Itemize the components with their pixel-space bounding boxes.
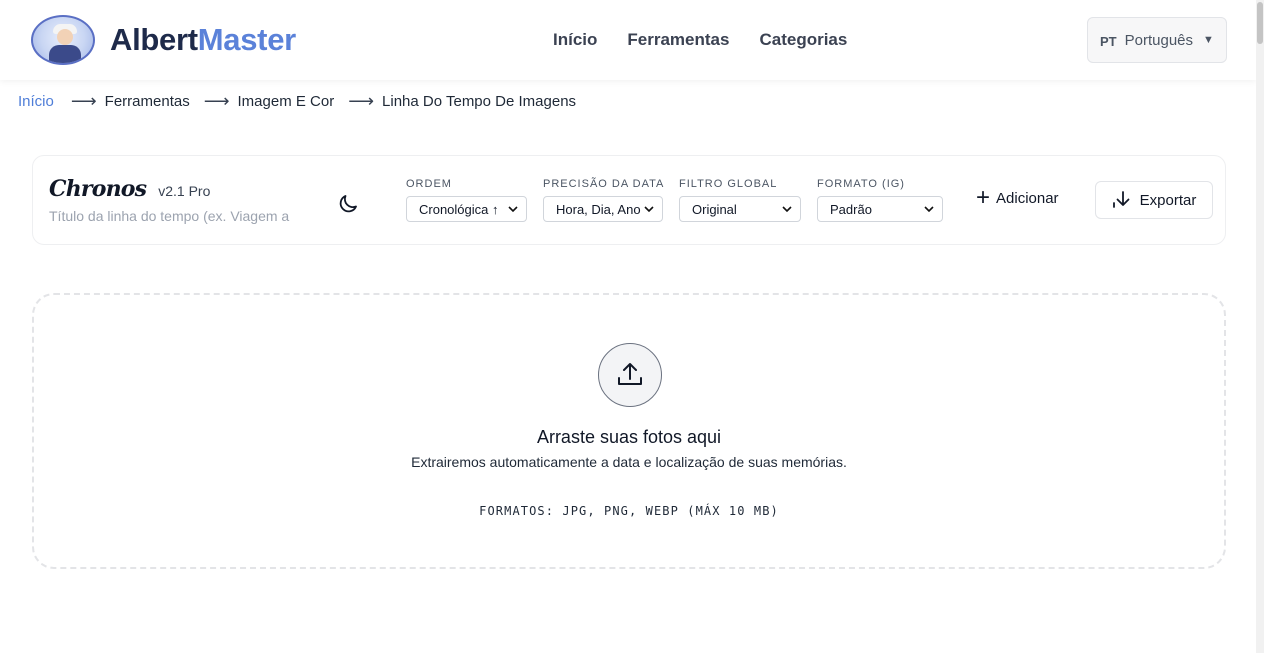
date-precision-select[interactable]: Hora, Dia, Ano: [543, 196, 663, 222]
nav-link-ferramentas[interactable]: Ferramentas: [627, 30, 729, 50]
chevron-down-icon: [644, 206, 654, 213]
moon-icon[interactable]: [336, 192, 360, 216]
nav-link-categorias[interactable]: Categorias: [759, 30, 847, 50]
language-name: Português: [1124, 31, 1194, 49]
order-value: Cronológica ↑: [419, 201, 499, 217]
ig-format-field: FORMATO (IG) Padrão: [817, 178, 943, 222]
breadcrumb-ferramentas[interactable]: Ferramentas: [105, 93, 190, 110]
global-filter-label: FILTRO GLOBAL: [679, 178, 778, 190]
ig-format-value: Padrão: [830, 201, 872, 217]
export-button[interactable]: Exportar: [1095, 181, 1213, 219]
dropzone-subtitle: Extrairemos automaticamente a data e loc…: [411, 454, 847, 470]
global-filter-select[interactable]: Original: [679, 196, 801, 222]
upload-icon: [618, 363, 642, 385]
scrollbar-thumb[interactable]: [1257, 2, 1263, 44]
site-header: AlbertMaster Início Ferramentas Categori…: [0, 0, 1256, 80]
logo[interactable]: AlbertMaster: [31, 15, 296, 65]
language-code: PT: [1100, 34, 1117, 49]
albert-avatar-logo-icon: [31, 15, 95, 65]
date-precision-label: PRECISÃO DA DATA: [543, 178, 665, 190]
global-filter-value: Original: [692, 201, 737, 217]
ig-format-select[interactable]: Padrão: [817, 196, 943, 222]
add-button-label: Adicionar: [996, 189, 1059, 207]
arrow-right-icon: ⟶: [348, 91, 375, 111]
download-icon: [1112, 191, 1130, 208]
breadcrumb-imagem-e-cor[interactable]: Imagem E Cor: [238, 93, 335, 110]
chevron-down-icon: [782, 206, 792, 213]
app-name: Chronos: [49, 176, 147, 202]
timeline-title-input[interactable]: [49, 208, 309, 224]
breadcrumb-current: Linha Do Tempo De Imagens: [382, 93, 577, 110]
main-nav: Início Ferramentas Categorias: [553, 30, 847, 50]
order-field: ORDEM Cronológica ↑: [406, 178, 527, 222]
brand-name-part2: Master: [197, 22, 296, 57]
order-select[interactable]: Cronológica ↑: [406, 196, 527, 222]
nav-link-inicio[interactable]: Início: [553, 30, 597, 50]
upload-button[interactable]: [598, 343, 662, 407]
caret-down-icon: ▼: [1203, 34, 1214, 46]
breadcrumb-home[interactable]: Início: [18, 93, 54, 110]
add-button[interactable]: + Adicionar: [976, 184, 1059, 211]
brand-name: AlbertMaster: [110, 22, 296, 58]
arrow-right-icon: ⟶: [203, 91, 230, 111]
order-label: ORDEM: [406, 178, 452, 190]
dropzone-title: Arraste suas fotos aqui: [536, 427, 722, 447]
date-precision-field: PRECISÃO DA DATA Hora, Dia, Ano: [543, 178, 664, 222]
photo-dropzone[interactable]: Arraste suas fotos aqui Extrairemos auto…: [32, 293, 1226, 569]
app-version: v2.1 Pro: [158, 183, 211, 199]
chevron-down-icon: [508, 206, 518, 213]
arrow-right-icon: ⟶: [70, 91, 97, 111]
export-button-label: Exportar: [1139, 191, 1197, 209]
breadcrumb: Início ⟶ Ferramentas ⟶ Imagem E Cor ⟶ Li…: [18, 91, 576, 112]
app-title: Chronos v2.1 Pro: [49, 176, 210, 202]
global-filter-field: FILTRO GLOBAL Original: [679, 178, 801, 222]
dropzone-formats: FORMATOS: JPG, PNG, WEBP (MÁX 10 MB): [479, 504, 779, 518]
plus-icon: +: [976, 184, 991, 211]
page-scrollbar[interactable]: [1256, 0, 1264, 653]
chevron-down-icon: [924, 206, 934, 213]
ig-format-label: FORMATO (IG): [817, 178, 905, 190]
language-selector[interactable]: PT Português ▼: [1087, 17, 1227, 63]
brand-name-part1: Albert: [110, 22, 198, 57]
date-precision-value: Hora, Dia, Ano: [556, 201, 641, 217]
timeline-toolbar: Chronos v2.1 Pro ORDEM Cronológica ↑ PRE…: [32, 155, 1226, 245]
